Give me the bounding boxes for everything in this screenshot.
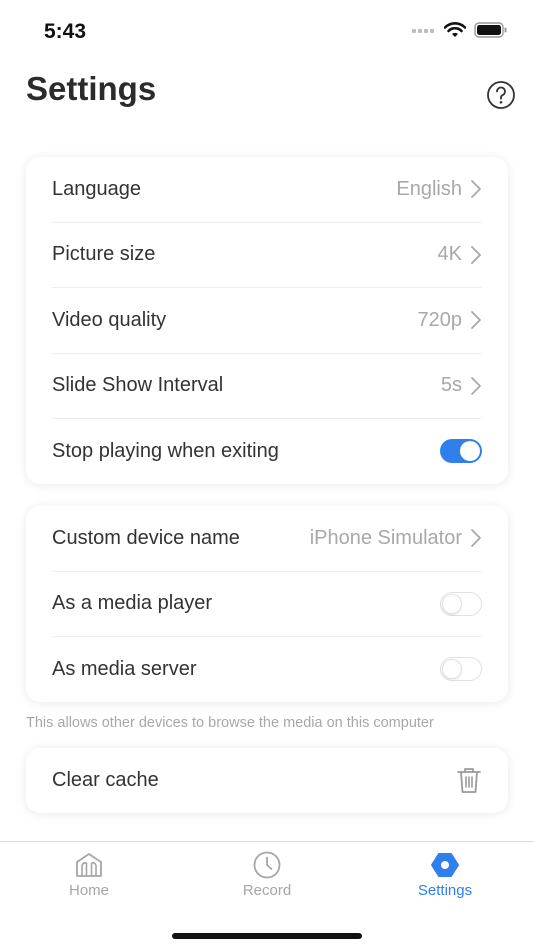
settings-group-sharing: Custom device name iPhone Simulator As a… [26,506,508,702]
tab-record[interactable]: Record [207,850,327,899]
chevron-right-icon [471,245,481,264]
setting-custom-device-name[interactable]: Custom device name iPhone Simulator [52,506,482,572]
setting-label: Stop playing when exiting [52,439,279,462]
setting-label: As a media player [52,592,213,615]
chevron-right-icon [471,376,481,395]
media-player-toggle[interactable] [440,591,482,616]
setting-label: Custom device name [52,526,240,549]
tab-settings[interactable]: Settings [385,850,505,899]
setting-value: 5s [440,374,462,397]
media-server-note: This allows other devices to browse the … [26,715,434,731]
settings-group-general: Language English Picture size 4K Video q… [26,157,508,484]
header: Settings [26,70,516,116]
toggle-knob [442,593,462,614]
media-server-toggle[interactable] [440,657,482,682]
tab-home-label: Home [68,882,109,899]
hexagon-settings-icon [431,853,459,877]
stop-playing-toggle[interactable] [440,439,482,464]
tab-home[interactable]: Home [29,850,149,899]
settings-group-cache: Clear cache [26,748,508,813]
signal-icon [412,29,434,33]
home-icon [76,853,102,877]
setting-clear-cache[interactable]: Clear cache [52,748,482,813]
setting-value: 4K [437,243,462,266]
battery-icon [474,22,507,38]
clock-icon [253,851,281,879]
setting-value: iPhone Simulator [309,526,462,549]
setting-media-server: As media server [52,637,482,702]
tab-settings-label: Settings [417,882,473,899]
chevron-right-icon [471,311,481,330]
setting-label: Slide Show Interval [52,374,224,397]
setting-stop-playing: Stop playing when exiting [52,419,482,484]
chevron-right-icon [471,529,481,548]
toggle-knob [460,441,480,462]
setting-language[interactable]: Language English [52,157,482,223]
setting-value: English [396,177,462,200]
page-title: Settings [26,70,157,107]
tab-record-label: Record [242,882,292,899]
help-icon[interactable] [486,80,516,110]
home-indicator [172,933,362,939]
trash-icon[interactable] [456,766,482,794]
status-time: 5:43 [44,20,87,43]
setting-label: As media server [52,657,197,680]
status-bar: 5:43 [0,0,534,60]
toggle-knob [442,659,462,680]
setting-picture-size[interactable]: Picture size 4K [52,223,482,288]
setting-label: Language [52,177,141,200]
setting-media-player: As a media player [52,572,482,637]
setting-value: 720p [417,308,463,331]
setting-label: Video quality [52,308,167,331]
setting-video-quality[interactable]: Video quality 720p [52,288,482,354]
chevron-right-icon [471,180,481,199]
setting-label: Picture size [52,243,156,266]
setting-slide-show-interval[interactable]: Slide Show Interval 5s [52,354,482,419]
status-icons [412,22,508,38]
setting-label: Clear cache [52,768,159,791]
wifi-icon [444,22,466,37]
